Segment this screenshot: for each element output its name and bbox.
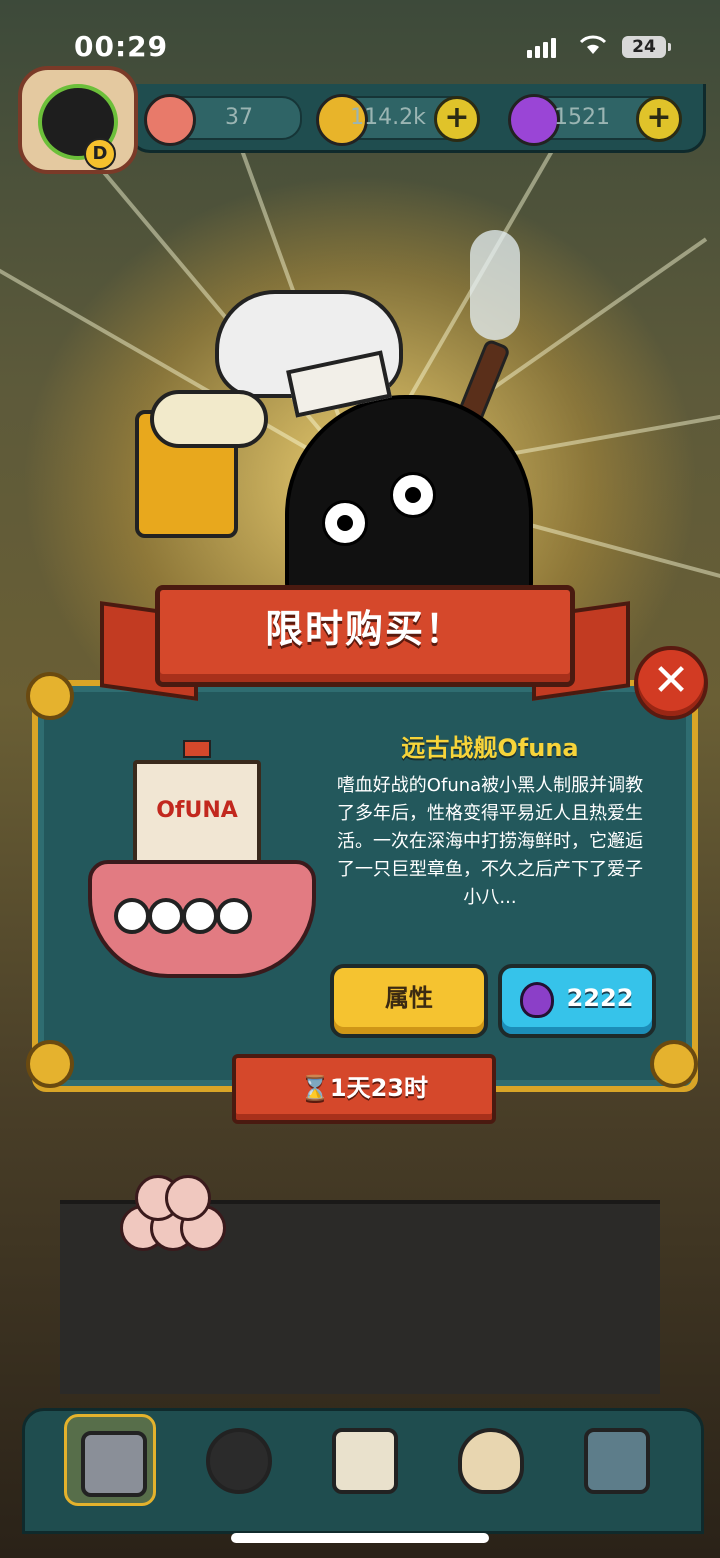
eye-porthole-icon bbox=[114, 898, 150, 934]
item-title: 远古战舰Ofuna bbox=[401, 734, 579, 762]
nav-shop[interactable] bbox=[64, 1414, 156, 1506]
nav-book[interactable] bbox=[318, 1414, 404, 1500]
coin-counter: 114.2k + bbox=[316, 94, 480, 146]
nav-monsters[interactable] bbox=[192, 1414, 278, 1500]
add-potions-button[interactable]: + bbox=[636, 96, 682, 142]
nav-more[interactable] bbox=[570, 1414, 656, 1500]
cellular-signal-icon bbox=[527, 38, 556, 58]
eye-porthole-icon bbox=[216, 898, 252, 934]
buy-button[interactable]: 2222 bbox=[498, 964, 656, 1038]
money-bag-icon bbox=[458, 1428, 524, 1494]
player-avatar[interactable]: D bbox=[18, 66, 138, 174]
beer-foam bbox=[150, 390, 268, 448]
nav-money-bag[interactable] bbox=[444, 1414, 530, 1500]
rank-badge: D bbox=[84, 138, 116, 170]
panel-corner-ornament bbox=[26, 1040, 74, 1088]
monster-icon bbox=[206, 1428, 272, 1494]
banner-title: 限时购买！ bbox=[264, 607, 465, 651]
eyeball-counter: 37 bbox=[144, 94, 302, 146]
eye-porthole-icon bbox=[148, 898, 184, 934]
flag-icon bbox=[183, 740, 211, 758]
clock: 00:29 bbox=[74, 30, 169, 63]
price-label: 2222 bbox=[566, 984, 634, 1012]
eye-porthole-icon bbox=[182, 898, 218, 934]
right-eye bbox=[390, 472, 436, 518]
close-button[interactable]: ✕ bbox=[634, 646, 708, 720]
home-indicator[interactable] bbox=[231, 1533, 489, 1543]
item-description: 嗜血好战的Ofuna被小黑人制服并调教了多年后，性格变得平易近人且热爱生活。一次… bbox=[336, 775, 644, 908]
ship-illustration: OfUNA bbox=[78, 740, 318, 990]
battery-indicator: 24 bbox=[622, 36, 671, 58]
left-eye bbox=[322, 500, 368, 546]
shop-icon bbox=[81, 1431, 147, 1497]
potion-icon bbox=[520, 982, 554, 1018]
countdown-timer: ⌛1天23时 bbox=[232, 1054, 496, 1124]
attributes-button[interactable]: 属性 bbox=[330, 964, 488, 1038]
panel-corner-ornament bbox=[650, 1040, 698, 1088]
panel-corner-ornament bbox=[26, 672, 74, 720]
potion-counter: 1521 + bbox=[508, 94, 682, 146]
sail-logo: OfUNA bbox=[156, 798, 238, 823]
smoke-icon bbox=[470, 230, 520, 340]
grid-icon bbox=[584, 1428, 650, 1494]
book-icon bbox=[332, 1428, 398, 1494]
add-coins-button[interactable]: + bbox=[434, 96, 480, 142]
eyeball-pile-icon bbox=[120, 1175, 226, 1255]
wifi-icon bbox=[579, 35, 607, 54]
